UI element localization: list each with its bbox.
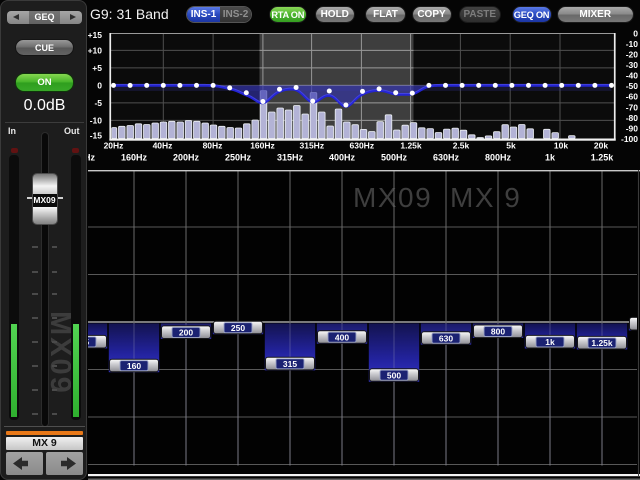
svg-text:1.25k: 1.25k xyxy=(400,141,422,151)
svg-text:-50: -50 xyxy=(626,81,639,91)
svg-text:-70: -70 xyxy=(626,102,639,112)
svg-text:-90: -90 xyxy=(626,123,639,133)
svg-text:400: 400 xyxy=(335,332,349,342)
svg-text:1.25k: 1.25k xyxy=(591,338,613,348)
svg-text:20Hz: 20Hz xyxy=(104,141,124,151)
svg-text:+10: +10 xyxy=(88,46,102,56)
svg-text:-10: -10 xyxy=(626,39,639,49)
svg-text:-20: -20 xyxy=(626,50,639,60)
svg-text:630Hz: 630Hz xyxy=(433,153,460,163)
svg-text:160Hz: 160Hz xyxy=(121,153,148,163)
svg-text:1k: 1k xyxy=(545,337,555,347)
svg-text:160Hz: 160Hz xyxy=(250,141,275,151)
svg-text:-10: -10 xyxy=(90,116,103,126)
svg-text:250: 250 xyxy=(231,323,245,333)
svg-text:500: 500 xyxy=(387,370,401,380)
svg-text:1k: 1k xyxy=(545,153,556,163)
svg-text:+5: +5 xyxy=(92,63,102,73)
svg-text:10k: 10k xyxy=(554,141,568,151)
svg-text:630: 630 xyxy=(439,333,453,343)
svg-text:0: 0 xyxy=(97,81,102,91)
svg-text:+15: +15 xyxy=(88,30,102,40)
svg-text:2.5k: 2.5k xyxy=(453,141,470,151)
svg-text:200Hz: 200Hz xyxy=(173,153,200,163)
svg-text:0: 0 xyxy=(633,28,638,38)
svg-text:5k: 5k xyxy=(506,141,516,151)
svg-text:-5: -5 xyxy=(94,98,102,108)
svg-text:80Hz: 80Hz xyxy=(203,141,223,151)
svg-text:20k: 20k xyxy=(594,141,608,151)
svg-text:1.25k: 1.25k xyxy=(591,153,615,163)
svg-text:-60: -60 xyxy=(626,92,639,102)
svg-text:MX 9: MX 9 xyxy=(450,182,521,213)
svg-text:160: 160 xyxy=(127,361,141,371)
svg-text:-100: -100 xyxy=(621,134,638,144)
svg-text:-15: -15 xyxy=(90,131,103,141)
svg-text:500Hz: 500Hz xyxy=(381,153,408,163)
svg-text:-40: -40 xyxy=(626,71,639,81)
svg-text:-80: -80 xyxy=(626,113,639,123)
svg-text:315Hz: 315Hz xyxy=(277,153,304,163)
svg-text:MX09: MX09 xyxy=(353,182,432,213)
svg-text:-30: -30 xyxy=(626,60,639,70)
svg-text:800: 800 xyxy=(491,327,505,337)
svg-text:630Hz: 630Hz xyxy=(350,141,375,151)
svg-text:125Hz: 125Hz xyxy=(88,153,96,163)
svg-text:40Hz: 40Hz xyxy=(153,141,173,151)
svg-text:315Hz: 315Hz xyxy=(300,141,325,151)
svg-text:315: 315 xyxy=(283,359,297,369)
svg-text:250Hz: 250Hz xyxy=(225,153,252,163)
svg-text:800Hz: 800Hz xyxy=(485,153,512,163)
svg-text:400Hz: 400Hz xyxy=(329,153,356,163)
svg-text:200: 200 xyxy=(179,328,193,338)
